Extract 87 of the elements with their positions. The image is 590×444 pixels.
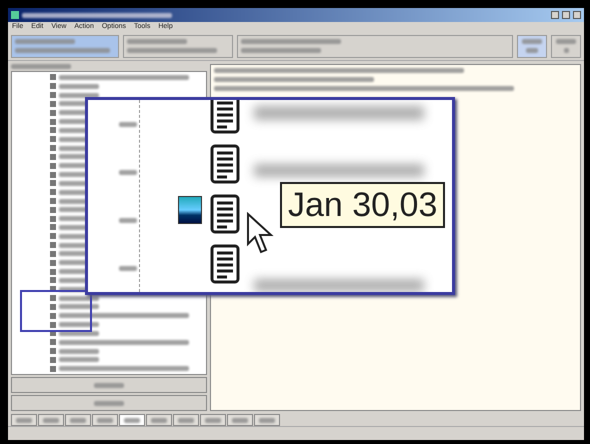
tab[interactable] <box>227 414 253 426</box>
minimize-button[interactable] <box>551 11 559 19</box>
blurred-text <box>205 418 221 422</box>
tab[interactable] <box>11 414 37 426</box>
blurred-text <box>259 418 275 422</box>
blurred-text <box>11 64 71 69</box>
tab[interactable] <box>65 414 91 426</box>
selection-frame <box>20 290 92 332</box>
tree-node-icon <box>50 304 56 310</box>
blurred-text <box>564 48 568 53</box>
picture-icon <box>178 196 202 224</box>
tree-node-icon <box>50 145 56 152</box>
blurred-text <box>59 348 99 354</box>
blurred-text <box>119 170 137 174</box>
tree-node-icon <box>50 356 56 363</box>
tree-node-icon <box>50 295 56 302</box>
blurred-text <box>151 418 167 422</box>
blurred-text <box>16 418 32 422</box>
toolbar-button[interactable] <box>551 35 581 58</box>
tree-node-icon <box>50 74 56 80</box>
tree-node-icon <box>50 250 56 257</box>
blurred-text <box>59 84 99 89</box>
tab[interactable] <box>173 414 199 426</box>
blurred-text <box>526 48 538 53</box>
tab[interactable] <box>92 414 118 426</box>
mouse-pointer-icon <box>246 212 274 256</box>
tree-node-icon <box>50 110 56 116</box>
blurred-text <box>59 322 99 328</box>
tree-node-icon <box>50 83 56 90</box>
close-button[interactable] <box>573 11 581 19</box>
tree-node-icon <box>50 216 56 222</box>
blurred-text <box>556 39 576 44</box>
tree-node-icon <box>50 118 56 125</box>
tree-node-icon <box>50 100 56 107</box>
blurred-text <box>59 296 99 301</box>
tab[interactable] <box>38 414 64 426</box>
panel-button[interactable] <box>11 395 207 411</box>
blurred-text <box>59 330 99 336</box>
blurred-text <box>59 92 99 98</box>
tree-node-icon <box>50 180 56 186</box>
tree-node-icon <box>50 339 56 346</box>
blurred-text <box>127 39 187 44</box>
blurred-text <box>94 400 124 406</box>
tree-node-icon <box>50 233 56 240</box>
tab[interactable] <box>254 414 280 426</box>
tab[interactable] <box>200 414 226 426</box>
tree-node-icon <box>50 322 56 328</box>
blurred-text <box>15 39 75 44</box>
maximize-button[interactable] <box>562 11 570 19</box>
tree-node-icon <box>50 92 56 98</box>
tree-node-icon <box>50 136 56 142</box>
blurred-text <box>178 418 194 422</box>
tree-node-icon <box>50 277 56 284</box>
tree-node-icon <box>50 224 56 230</box>
tree-node-icon <box>50 268 56 275</box>
blurred-text <box>70 418 86 422</box>
tree-node-icon <box>50 127 56 134</box>
blurred-text <box>119 218 137 222</box>
blurred-text <box>124 418 140 422</box>
tree-node-icon <box>50 206 56 213</box>
tree-node-icon <box>50 348 56 354</box>
tree-node-icon <box>50 162 56 169</box>
blurred-text <box>97 418 113 422</box>
tree-node-icon <box>50 260 56 266</box>
tree-node-icon <box>50 172 56 178</box>
tab[interactable] <box>146 414 172 426</box>
blurred-text <box>43 418 59 422</box>
toolbar-button[interactable] <box>517 35 547 58</box>
tree-node-icon <box>50 198 56 204</box>
panel-button[interactable] <box>11 377 207 393</box>
tree-node-icon <box>50 366 56 372</box>
tree-node-icon <box>50 154 56 160</box>
document-icon <box>210 244 240 284</box>
app-icon <box>11 11 19 19</box>
document-icon <box>210 100 240 134</box>
tree-node-icon <box>50 242 56 248</box>
tree-node-icon <box>50 312 56 319</box>
blurred-text <box>59 304 99 310</box>
document-icon <box>210 144 240 184</box>
blurred-text <box>232 418 248 422</box>
blurred-text <box>59 357 99 362</box>
tree-node-icon <box>50 189 56 196</box>
blurred-text <box>94 382 124 388</box>
document-icon <box>210 194 240 234</box>
tooltip: Jan 30,03 <box>280 182 446 228</box>
blurred-text <box>522 39 542 44</box>
tab[interactable] <box>119 414 145 426</box>
